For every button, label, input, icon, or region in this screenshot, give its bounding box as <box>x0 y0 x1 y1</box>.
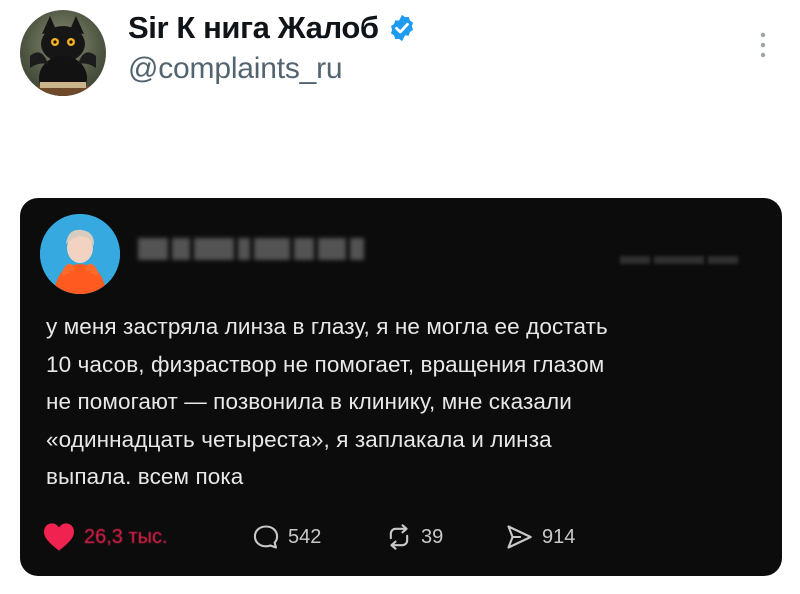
more-options-button[interactable] <box>758 30 768 60</box>
verified-badge-icon <box>390 14 413 42</box>
author-name-row: Sir К нига Жалоб <box>128 10 417 46</box>
embedded-author-avatar <box>40 214 120 294</box>
author-display-name[interactable]: Sir К нига Жалоб <box>128 10 379 46</box>
repost-stat: 39 <box>385 520 443 554</box>
tweet-screenshot: Sir К нига Жалоб @complaints_ru у меня з… <box>0 0 800 594</box>
reply-stat: 542 <box>252 520 321 554</box>
cat-avatar-image <box>30 16 96 96</box>
blurred-author-name <box>138 238 408 260</box>
share-stat: 914 <box>504 520 575 554</box>
embedded-post-actions: 26,3 тыс. 542 39 914 <box>42 520 762 554</box>
post-text-line: «одиннадцать четыреста», я заплакала и л… <box>46 426 552 452</box>
like-count: 26,3 тыс. <box>84 525 168 548</box>
like-stat: 26,3 тыс. <box>42 520 168 554</box>
post-text-line: у меня застряла линза в глазу, я не могл… <box>46 314 608 339</box>
author-handle[interactable]: @complaints_ru <box>128 52 343 86</box>
share-count: 914 <box>542 525 576 548</box>
blurred-post-meta <box>620 256 750 264</box>
post-text-line: 10 часов, физраствор не помогает, вращен… <box>46 351 605 377</box>
repost-count: 39 <box>421 525 444 548</box>
reply-count: 542 <box>288 525 322 548</box>
repost-icon <box>389 524 409 550</box>
embedded-post-text: у меня застряла линза в глазу, я не могл… <box>46 308 766 496</box>
send-icon <box>507 525 532 549</box>
more-vertical-icon <box>760 32 766 58</box>
post-text-line: выпала. всем пока <box>46 464 244 489</box>
author-avatar[interactable] <box>20 10 106 96</box>
speech-bubble-icon <box>253 525 279 549</box>
post-text-line: не помогают — позвонила в клинику, мне с… <box>46 389 572 414</box>
embedded-post-screenshot: у меня застряла линза в глазу, я не могл… <box>20 198 782 576</box>
heart-icon <box>44 523 74 551</box>
woman-avatar-image <box>40 214 120 294</box>
